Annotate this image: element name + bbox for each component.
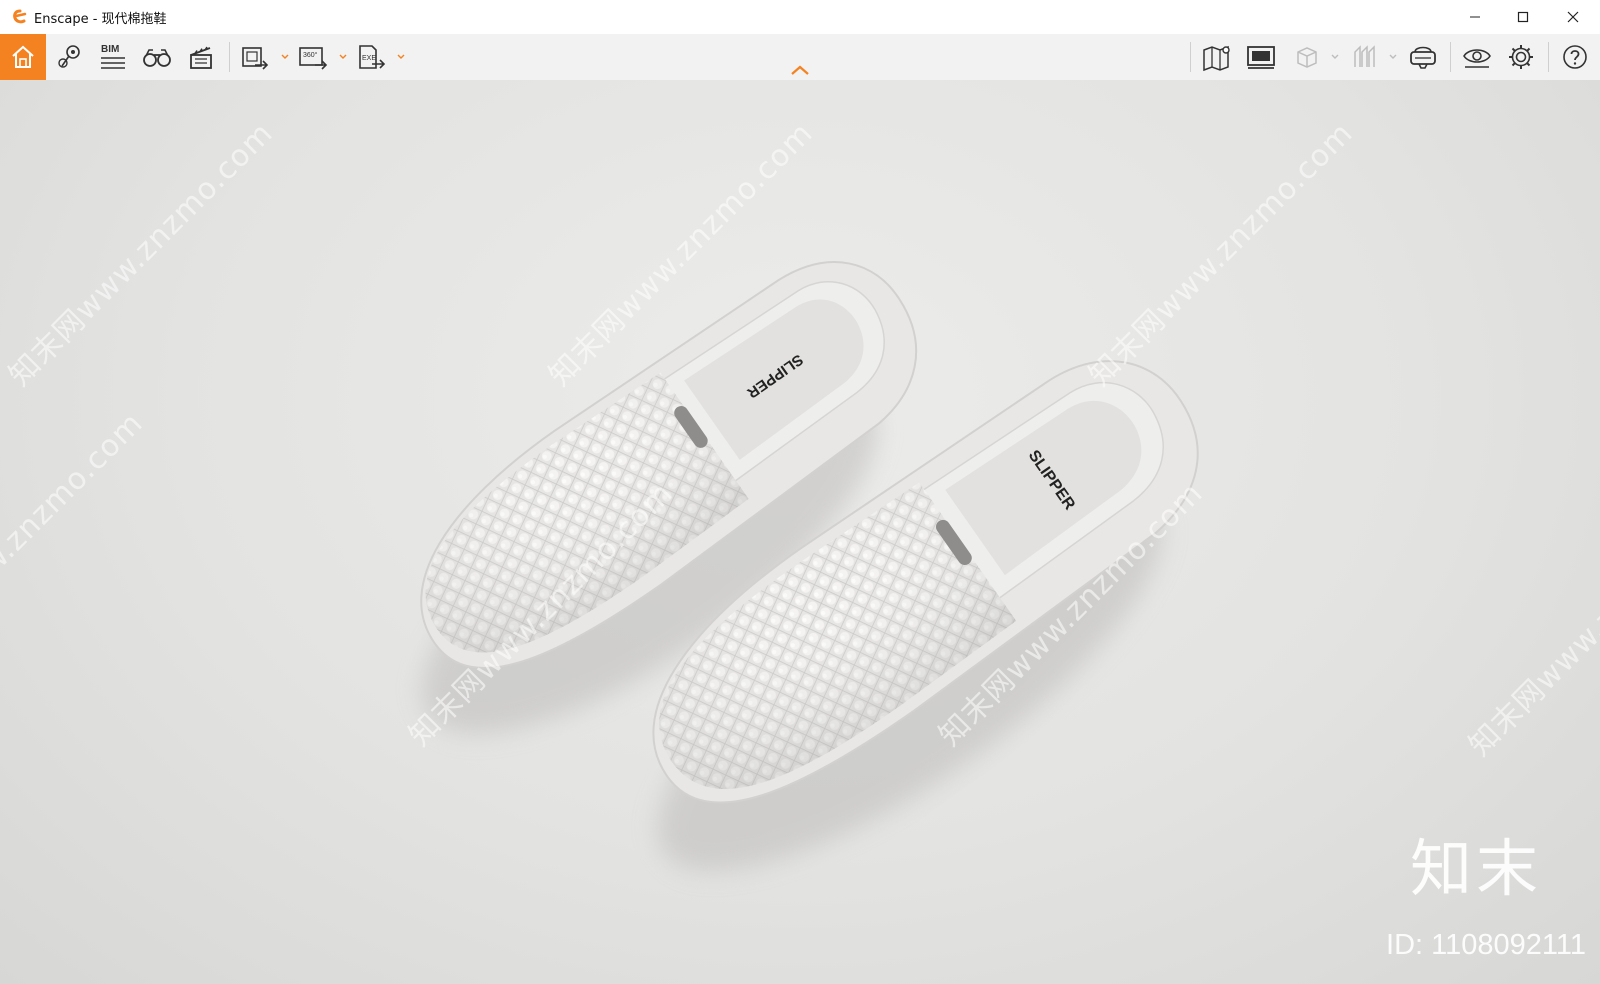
minimize-icon: [1470, 16, 1480, 18]
chevron-down-icon: [339, 54, 347, 59]
clapperboard-icon: [190, 46, 212, 69]
export-exe-button[interactable]: EXE: [352, 38, 390, 76]
brand-watermark: 知末: [1409, 832, 1542, 905]
export-image-dropdown[interactable]: [280, 50, 290, 64]
close-icon: [1567, 11, 1579, 23]
section-icon: [1354, 45, 1375, 67]
minimize-button[interactable]: [1452, 0, 1498, 34]
maximize-button[interactable]: [1500, 0, 1546, 34]
location-pin-icon: [58, 45, 80, 68]
export-exe-dropdown[interactable]: [396, 50, 406, 64]
close-button[interactable]: [1550, 0, 1596, 34]
vr-headset-button[interactable]: [1404, 38, 1442, 76]
home-button[interactable]: [0, 34, 46, 80]
chevron-up-icon: [791, 65, 809, 75]
map-button[interactable]: [1198, 38, 1236, 76]
section-button[interactable]: [1346, 38, 1384, 76]
bim-button[interactable]: BIM: [94, 38, 132, 76]
slipper-render: SLIPPER SLIPPER: [420, 261, 1199, 871]
chevron-down-icon: [397, 54, 405, 59]
toolbar-separator: [1548, 42, 1549, 72]
chevron-down-icon: [1389, 54, 1397, 59]
home-icon: [12, 45, 34, 68]
eye-icon: [1463, 49, 1491, 68]
export-panorama-dropdown[interactable]: [338, 50, 348, 64]
collapse-toolbar-toggle[interactable]: [788, 62, 812, 78]
clapperboard-button[interactable]: [182, 38, 220, 76]
map-icon: [1203, 45, 1230, 72]
bim-icon: BIM: [101, 44, 125, 69]
vr-headset-icon: [1410, 46, 1436, 69]
billboard-button[interactable]: [1242, 38, 1280, 76]
cube-button[interactable]: [1288, 38, 1326, 76]
title-bar: Enscape - 现代棉拖鞋: [0, 0, 1600, 34]
toolbar-separator: [229, 42, 230, 72]
gear-icon: [1509, 45, 1533, 69]
section-dropdown[interactable]: [1388, 50, 1398, 64]
cube-icon: [1297, 47, 1317, 68]
enscape-logo-icon: [10, 7, 30, 27]
billboard-icon: [1247, 46, 1275, 69]
window-title: Enscape - 现代棉拖鞋: [34, 11, 167, 27]
export-panorama-button[interactable]: 360°: [294, 38, 332, 76]
binoculars-icon: [143, 49, 171, 67]
settings-button[interactable]: [1502, 38, 1540, 76]
panorama-label: 360°: [303, 51, 318, 59]
bim-label: BIM: [101, 44, 119, 55]
export-image-button[interactable]: [236, 38, 274, 76]
export-panorama-icon: 360°: [299, 47, 328, 70]
maximize-icon: [1517, 11, 1529, 23]
exe-label: EXE: [362, 55, 376, 62]
toolbar-separator: [1450, 42, 1451, 72]
chevron-down-icon: [281, 54, 289, 59]
chevron-down-icon: [1331, 54, 1339, 59]
help-icon: [1563, 45, 1587, 69]
help-button[interactable]: [1556, 38, 1594, 76]
eye-button[interactable]: [1458, 38, 1496, 76]
location-pin-button[interactable]: [50, 38, 88, 76]
toolbar-separator: [1190, 42, 1191, 72]
binoculars-button[interactable]: [138, 38, 176, 76]
image-id-watermark: ID: 1108092111: [1386, 929, 1586, 961]
export-exe-icon: EXE: [359, 45, 386, 69]
cube-dropdown[interactable]: [1330, 50, 1340, 64]
render-viewport[interactable]: SLIPPER SLIPPER 知末网www.znzmo.com 知末网www.…: [0, 80, 1600, 984]
export-image-icon: [242, 47, 269, 70]
